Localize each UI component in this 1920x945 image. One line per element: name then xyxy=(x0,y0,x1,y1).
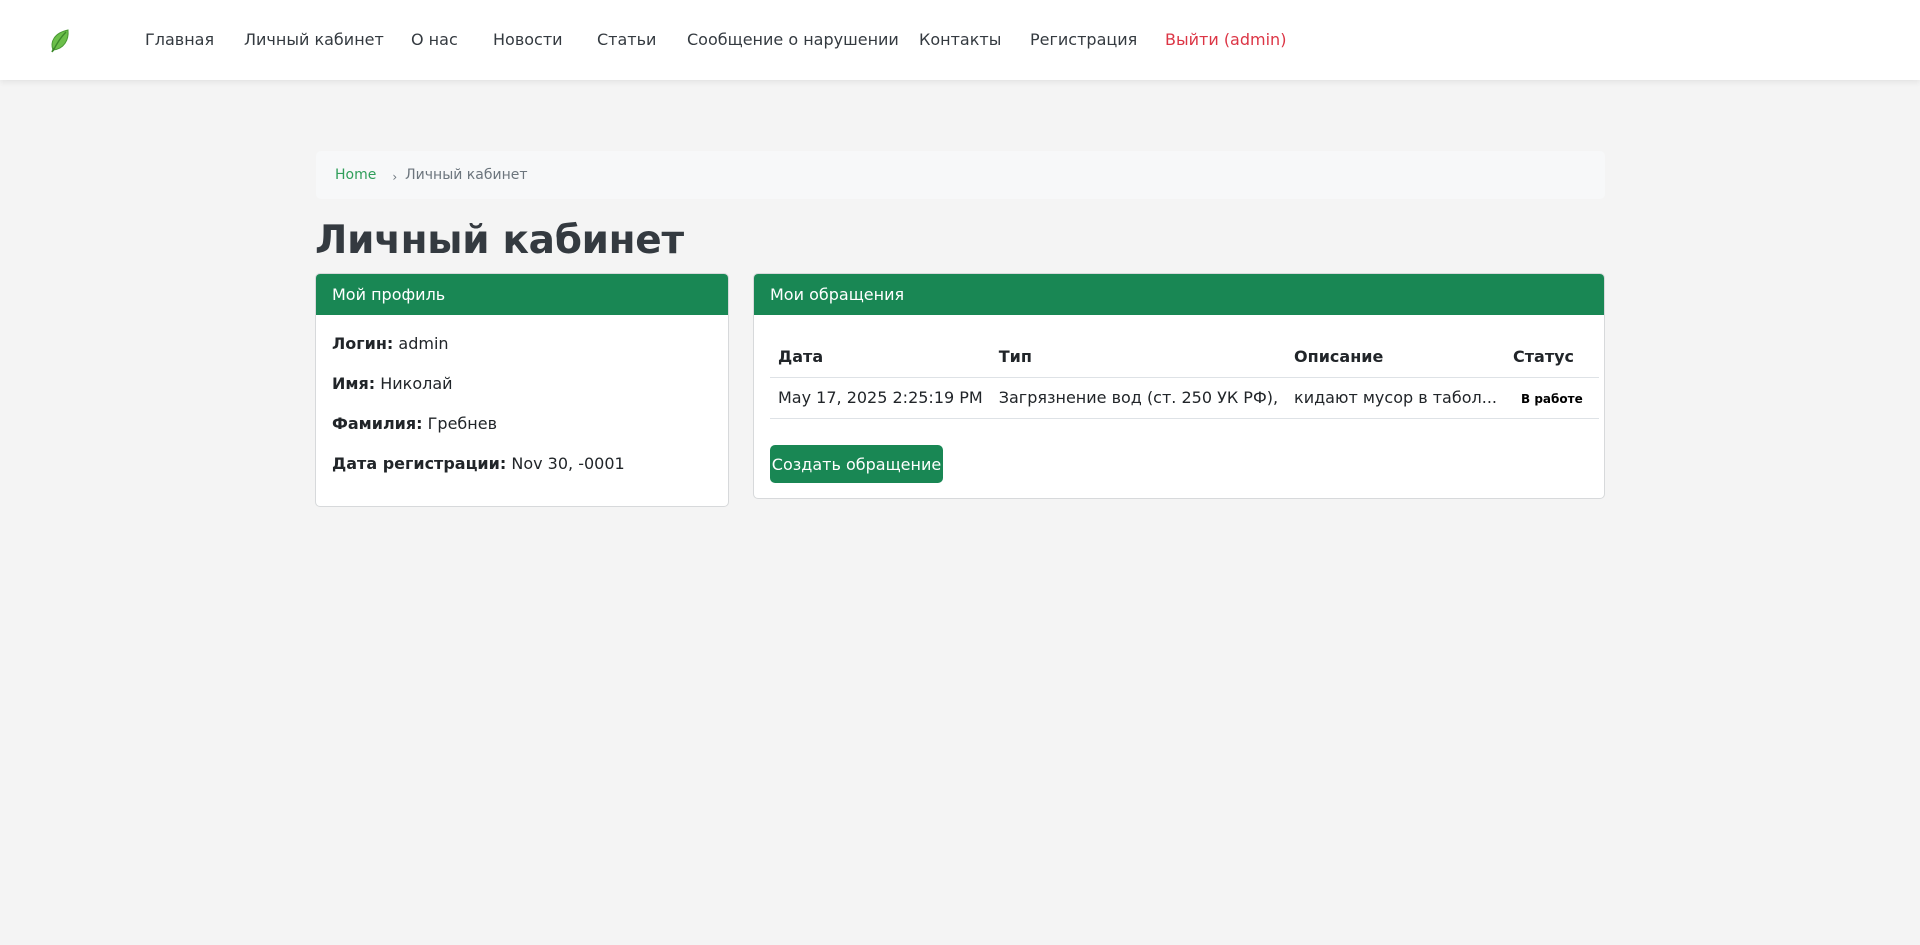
profile-body: Логин: admin Имя: Николай Фамилия: Гребн… xyxy=(316,315,728,494)
requests-table: Дата Тип Описание Статус May 17, 2025 2:… xyxy=(770,337,1599,419)
nav-item-report-violation[interactable]: Сообщение о нарушении xyxy=(687,0,899,80)
profile-surname-row: Фамилия: Гребнев xyxy=(332,414,712,454)
cell-status: В работе xyxy=(1505,377,1599,419)
logout-link[interactable]: Выйти (admin) xyxy=(1165,0,1286,80)
cell-description: кидают мусор в табол... xyxy=(1286,377,1505,419)
create-request-button[interactable]: Создать обращение xyxy=(770,445,943,483)
top-navbar: Главная Личный кабинет О нас Новости Ста… xyxy=(0,0,1920,80)
profile-regdate-value: Nov 30, -0001 xyxy=(511,454,625,473)
column-header-status: Статус xyxy=(1505,337,1599,378)
profile-name-value: Николай xyxy=(380,374,453,393)
profile-card-header: Мой профиль xyxy=(316,274,728,315)
cell-date: May 17, 2025 2:25:19 PM xyxy=(770,377,991,419)
profile-login-label: Логин: xyxy=(332,334,394,353)
nav-item-news[interactable]: Новости xyxy=(493,0,563,80)
column-header-date: Дата xyxy=(770,337,991,378)
page-title: Личный кабинет xyxy=(315,218,684,263)
breadcrumb-current: Личный кабинет xyxy=(405,167,528,183)
profile-regdate-row: Дата регистрации: Nov 30, -0001 xyxy=(332,454,712,494)
table-header-row: Дата Тип Описание Статус xyxy=(770,337,1599,378)
requests-card-header: Мои обращения xyxy=(754,274,1604,315)
nav-item-home[interactable]: Главная xyxy=(145,0,214,80)
profile-card: Мой профиль Логин: admin Имя: Николай Фа… xyxy=(315,273,729,507)
requests-card: Мои обращения Дата Тип Описание Статус M… xyxy=(753,273,1605,499)
nav-item-contacts[interactable]: Контакты xyxy=(919,0,1001,80)
breadcrumb-separator: › xyxy=(392,170,398,184)
profile-regdate-label: Дата регистрации: xyxy=(332,454,507,473)
nav-item-about[interactable]: О нас xyxy=(411,0,458,80)
profile-name-label: Имя: xyxy=(332,374,376,393)
nav-item-registration[interactable]: Регистрация xyxy=(1030,0,1137,80)
profile-login-value: admin xyxy=(398,334,449,353)
cell-type: Загрязнение вод (ст. 250 УК РФ), xyxy=(990,377,1287,419)
breadcrumb-home-link[interactable]: Home xyxy=(335,167,376,183)
table-row[interactable]: May 17, 2025 2:25:19 PM Загрязнение вод … xyxy=(770,377,1599,419)
breadcrumb: Home › Личный кабинет xyxy=(316,151,1605,199)
profile-name-row: Имя: Николай xyxy=(332,374,712,414)
main-nav: Главная Личный кабинет О нас Новости Ста… xyxy=(0,0,1920,80)
profile-surname-value: Гребнев xyxy=(427,414,498,433)
profile-login-row: Логин: admin xyxy=(332,334,712,374)
nav-item-articles[interactable]: Статьи xyxy=(597,0,656,80)
column-header-description: Описание xyxy=(1286,337,1505,378)
status-badge: В работе xyxy=(1521,391,1583,406)
nav-item-cabinet[interactable]: Личный кабинет xyxy=(244,0,384,80)
profile-surname-label: Фамилия: xyxy=(332,414,423,433)
column-header-type: Тип xyxy=(990,337,1287,378)
requests-body: Дата Тип Описание Статус May 17, 2025 2:… xyxy=(754,315,1604,498)
